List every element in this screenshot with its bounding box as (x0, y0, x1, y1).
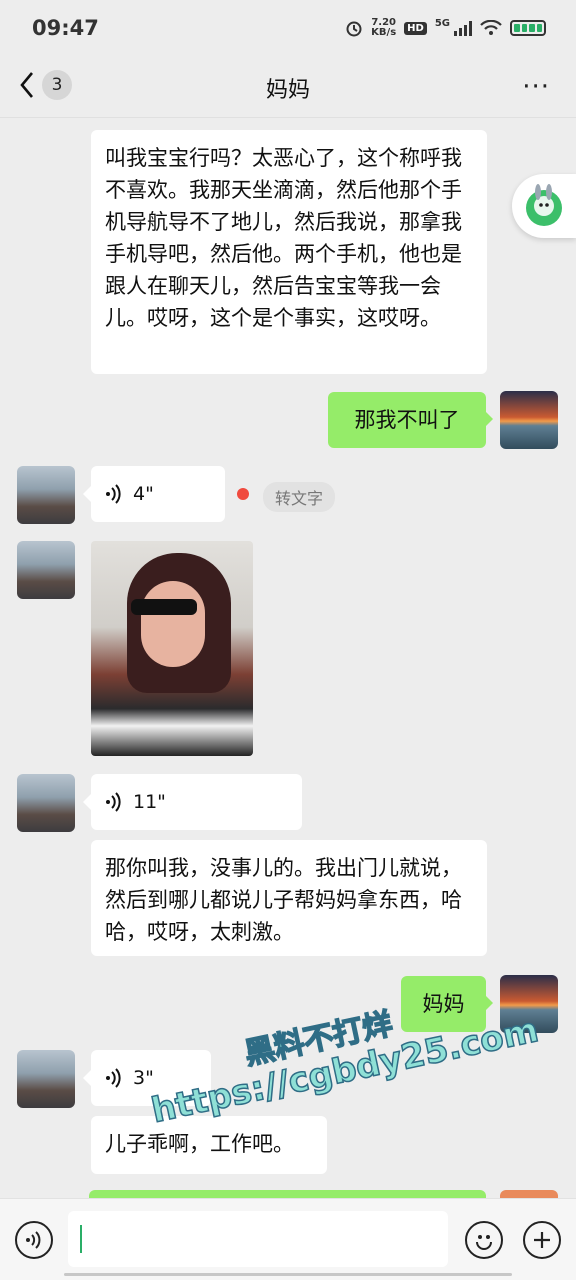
voice-input-button[interactable] (15, 1221, 53, 1259)
input-bar (0, 1198, 576, 1280)
transcribe-button[interactable]: 转文字 (263, 482, 336, 512)
hd-badge: HD (404, 21, 427, 35)
message-bubble-outgoing[interactable]: 那我不叫了 (328, 392, 486, 448)
avatar[interactable] (17, 541, 75, 599)
floating-assistant-icon[interactable] (512, 174, 576, 238)
bubble-tail (485, 995, 493, 1011)
partial-outgoing-bubble (89, 1190, 486, 1198)
emoji-button[interactable] (465, 1221, 503, 1259)
avatar[interactable] (17, 774, 75, 832)
status-icons: 7.20 KB/s HD 5G (345, 18, 546, 38)
message-bubble-incoming[interactable]: 那你叫我，没事儿的。我出门儿就说，然后到哪儿都说儿子帮妈妈拿东西，哈哈，哎呀，太… (91, 840, 487, 956)
battery-icon (510, 20, 546, 36)
voice-icon (26, 1231, 41, 1249)
message-text: 妈妈 (422, 992, 465, 1016)
message-text: 儿子乖啊，工作吧。 (105, 1132, 294, 1156)
partial-avatar (500, 1190, 558, 1198)
bubble-tail (83, 794, 91, 810)
voice-duration: 4" (133, 483, 154, 505)
avatar[interactable] (17, 1050, 75, 1108)
image-message[interactable] (91, 541, 253, 756)
bubble-tail (83, 486, 91, 502)
signal-icon (454, 20, 472, 36)
voice-duration: 11" (133, 791, 166, 813)
alarm-icon (346, 21, 362, 37)
voice-message[interactable]: 11" (91, 774, 302, 830)
unread-voice-dot (237, 488, 249, 500)
bubble-tail (83, 1070, 91, 1086)
voice-duration: 3" (133, 1067, 154, 1089)
message-input[interactable] (68, 1211, 448, 1267)
status-bar: 09:47 7.20 KB/s HD 5G (0, 0, 576, 58)
message-text: 那我不叫了 (354, 408, 460, 432)
voice-message[interactable]: 4" (91, 466, 225, 522)
speed-unit: KB/s (371, 27, 397, 38)
avatar[interactable] (17, 466, 75, 524)
photo-face (141, 581, 205, 667)
message-bubble-incoming[interactable]: 叫我宝宝行吗？太恶心了，这个称呼我不喜欢。我那天坐滴滴，然后他那个手机导航导不了… (91, 130, 487, 374)
bubble-tail (485, 411, 493, 427)
message-text: 叫我宝宝行吗？太恶心了，这个称呼我不喜欢。我那天坐滴滴，然后他那个手机导航导不了… (105, 146, 462, 330)
text-caret (80, 1225, 82, 1253)
chat-title: 妈妈 (265, 78, 310, 103)
network-type: 5G (434, 17, 450, 29)
voice-wave-icon (106, 792, 121, 812)
status-time: 09:47 (32, 16, 99, 40)
plus-icon (534, 1232, 550, 1248)
wifi-icon (480, 20, 502, 35)
message-bubble-incoming[interactable]: 儿子乖啊，工作吧。 (91, 1116, 327, 1174)
message-text: 那你叫我，没事儿的。我出门儿就说，然后到哪儿都说儿子帮妈妈拿东西，哈哈，哎呀，太… (105, 856, 462, 944)
voice-wave-icon (106, 1068, 121, 1088)
more-functions-button[interactable] (523, 1221, 561, 1259)
gesture-bar (64, 1273, 512, 1276)
network-speed: 7.20 KB/s (371, 18, 396, 38)
chat-header: 3 妈妈 ··· (0, 58, 576, 118)
photo-sunglasses (131, 599, 197, 615)
avatar[interactable] (500, 391, 558, 449)
voice-wave-icon (106, 484, 121, 504)
emoji-icon (476, 1235, 492, 1250)
more-options-button[interactable]: ··· (522, 72, 550, 102)
